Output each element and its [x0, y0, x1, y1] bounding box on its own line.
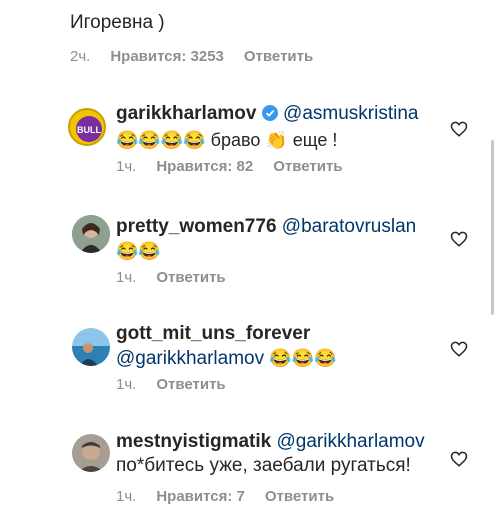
- woman-avatar[interactable]: [72, 215, 110, 253]
- comment-time: 1ч.: [116, 376, 137, 393]
- scrollbar[interactable]: [491, 140, 494, 315]
- comment-meta: 1ч. Ответить: [116, 376, 226, 393]
- comment-text: по*битесь уже, заебали ругаться!: [116, 455, 411, 476]
- reply-button[interactable]: Ответить: [156, 376, 225, 393]
- comment-text: 😂😂😂: [269, 348, 337, 368]
- comment-text: 😂😂😂😂 браво 👏 еще !: [116, 130, 338, 150]
- comment-time: 1ч.: [116, 158, 137, 175]
- previous-comment-text: Игоревна ): [70, 12, 165, 33]
- bulldog-logo-avatar[interactable]: BULL: [68, 108, 106, 146]
- comment-text: 😂😂: [116, 241, 161, 261]
- likes-count-button[interactable]: Нравится: 7: [156, 488, 245, 505]
- comment-username[interactable]: pretty_women776: [116, 216, 277, 237]
- comment-time: 2ч.: [70, 48, 91, 65]
- heart-icon[interactable]: [450, 120, 468, 138]
- comment-meta: 1ч. Ответить: [116, 269, 226, 286]
- sea-avatar[interactable]: [72, 328, 110, 366]
- likes-count-button[interactable]: Нравится: 82: [156, 158, 253, 175]
- previous-comment-meta: 2ч. Нравится: 3253 Ответить: [70, 48, 313, 65]
- comment-mention-link[interactable]: @garikkharlamov: [116, 348, 264, 369]
- verified-badge-icon: [261, 104, 278, 128]
- reply-button[interactable]: Ответить: [265, 488, 334, 505]
- comment-time: 1ч.: [116, 269, 137, 286]
- reply-button[interactable]: Ответить: [156, 269, 225, 286]
- heart-icon[interactable]: [450, 450, 468, 468]
- comment-meta: 1ч. Нравится: 82 Ответить: [116, 158, 343, 175]
- heart-icon[interactable]: [450, 230, 468, 248]
- likes-count-button[interactable]: Нравится: 3253: [110, 48, 224, 65]
- comment-username[interactable]: gott_mit_uns_forever: [116, 323, 310, 344]
- comment-mention-link[interactable]: @baratovruslan: [282, 216, 416, 237]
- comment-meta: 1ч. Нравится: 7 Ответить: [116, 488, 334, 505]
- comment-mention-link[interactable]: @asmuskristina: [283, 103, 418, 124]
- comment-time: 1ч.: [116, 488, 137, 505]
- reply-button[interactable]: Ответить: [244, 48, 313, 65]
- svg-text:BULL: BULL: [77, 125, 101, 135]
- heart-icon[interactable]: [450, 340, 468, 358]
- reply-button[interactable]: Ответить: [273, 158, 342, 175]
- man-avatar[interactable]: [72, 434, 110, 472]
- comment-username[interactable]: mestnyistigmatik: [116, 431, 271, 452]
- comment-username[interactable]: garikkharlamov: [116, 103, 256, 124]
- comment-mention-link[interactable]: @garikkharlamov: [277, 431, 425, 452]
